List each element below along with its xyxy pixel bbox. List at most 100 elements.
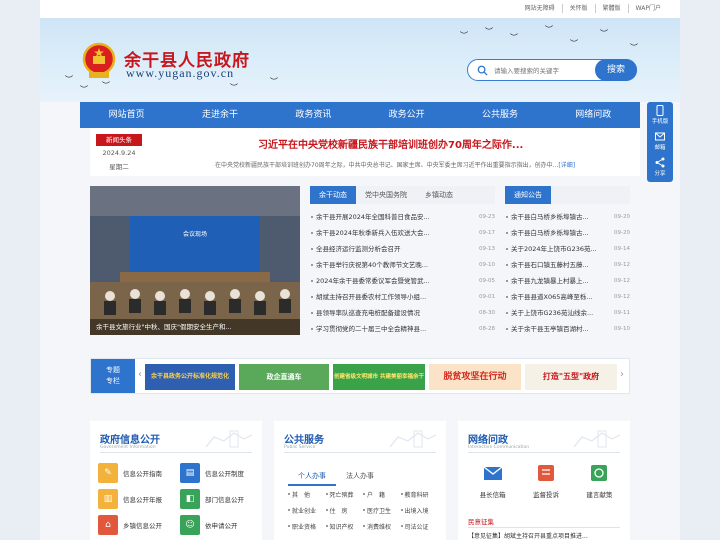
township-info-link[interactable]: ⌂ 乡镇信息公开	[98, 515, 176, 535]
panel-title[interactable]: 公共服务	[284, 431, 324, 446]
panel-title[interactable]: 网络问政	[468, 431, 508, 446]
notice-title: 关于2024年上饶市G236苑...	[511, 245, 597, 253]
notice-item[interactable]: 关于2024年上饶市G236苑... 09-14	[505, 241, 630, 257]
info-guide-link[interactable]: ✎ 信息公开指南	[98, 463, 176, 483]
service-item[interactable]: 职业资格	[288, 522, 326, 531]
tab-central-government[interactable]: 党中央国务院	[356, 186, 416, 204]
share-button[interactable]: 分享	[647, 154, 673, 180]
news-photo[interactable]: 会议现场 余干县文旅行业"中秋、国庆"假期安全生产和...	[90, 186, 300, 335]
notice-date: 09-12	[614, 294, 630, 300]
notice-item[interactable]: 余干县白马桥乡栎埠镇古... 09-20	[505, 209, 630, 225]
news-item[interactable]: 余干县开展2024年全国科普日食品安... 09-23	[310, 209, 495, 225]
nav-home[interactable]: 网站首页	[80, 102, 173, 128]
envelope-icon	[483, 466, 503, 480]
top-bar: 网站无障碍 关怀版 繁體版 WAP门户	[40, 0, 680, 18]
news-item[interactable]: 全县经济运行监测分析会召开 09-13	[310, 241, 495, 257]
news-title: 全县经济运行监测分析会召开	[316, 245, 401, 253]
photo-caption[interactable]: 余干县文旅行业"中秋、国庆"假期安全生产和...	[90, 319, 300, 335]
accessibility-link[interactable]: 网站无障碍	[518, 4, 562, 13]
building-decoration-icon	[389, 430, 437, 448]
complaint-link[interactable]: 监督投诉	[533, 463, 559, 499]
notice-panel: 通知公告 余干县白马桥乡栎埠镇古... 09-20 余干县白马桥乡栎埠镇古... 0…	[505, 186, 630, 335]
mobile-version-button[interactable]: 手机版	[647, 102, 673, 128]
service-item[interactable]: 就业创业	[288, 506, 326, 515]
news-item[interactable]: 县领导率队巡查充电桩配备建设情况 08-30	[310, 305, 495, 321]
info-system-link[interactable]: ▤ 信息公开制度	[180, 463, 258, 483]
chevron-right-icon[interactable]: ›	[620, 369, 624, 380]
notice-item[interactable]: 余干县石口镇五藤村五藤... 09-12	[505, 257, 630, 273]
service-item[interactable]: 司法公证	[400, 522, 439, 531]
service-item[interactable]: 消费维权	[363, 522, 401, 531]
headline-title[interactable]: 习近平在中央党校新疆民族干部培训班创办70周年之际作...	[258, 136, 523, 151]
search-button[interactable]: 搜索	[595, 59, 637, 81]
tab-yugan-news[interactable]: 余干动态	[310, 186, 356, 204]
wap-portal-link[interactable]: WAP门户	[627, 4, 668, 13]
headline-weekday: 星期二	[109, 163, 129, 171]
notice-item[interactable]: 关于上饶市G236苑汕线余... 09-11	[505, 305, 630, 321]
notice-item[interactable]: 余干县县道X065高峰至栎... 09-12	[505, 289, 630, 305]
news-panel: 余干动态 党中央国务院 乡镇动态 余干县开展2024年全国科普日食品安... 09…	[310, 186, 495, 335]
apply-disclosure-link[interactable]: ☺ 依申请公开	[180, 515, 258, 535]
news-item[interactable]: 2024年余干县委常委议军会暨党管武... 09-05	[310, 273, 495, 289]
suggestion-link[interactable]: 建言献策	[586, 463, 612, 499]
news-date: 08-28	[479, 326, 495, 332]
topic-banner-item[interactable]: 脱贫攻坚在行动	[429, 364, 521, 390]
building-decoration-icon	[205, 430, 253, 448]
department-info-link[interactable]: ◧ 部门信息公开	[180, 489, 258, 509]
service-item[interactable]: 教育科研	[400, 490, 439, 499]
service-item[interactable]: 知识产权	[325, 522, 364, 531]
search-input[interactable]	[494, 65, 594, 76]
info-annual-report-link[interactable]: ▥ 信息公开年报	[98, 489, 176, 509]
tab-township-news[interactable]: 乡镇动态	[416, 186, 462, 204]
nav-online-inquiry[interactable]: 网络问政	[547, 102, 640, 128]
headline-tag: 新闻头条	[96, 134, 142, 146]
news-item[interactable]: 学习贯彻党的二十届三中全会精神县... 08-28	[310, 321, 495, 337]
tab-personal-service[interactable]: 个人办事	[288, 471, 336, 486]
service-item[interactable]: 其 他	[288, 490, 326, 499]
chevron-left-icon[interactable]: ‹	[138, 369, 142, 380]
topic-banner-item[interactable]: 政企直通车	[239, 364, 329, 390]
notice-item[interactable]: 余干县白马桥乡栎埠镇古... 09-20	[505, 225, 630, 241]
county-mayor-mailbox-link[interactable]: 县长信箱	[480, 463, 506, 499]
news-item[interactable]: 胡斌主持召开县委农村工作领导小组... 09-01	[310, 289, 495, 305]
opinion-item[interactable]: 【意见征集】胡斌主持召开县重点项目推进...	[468, 531, 588, 540]
nav-public-service[interactable]: 公共服务	[453, 102, 546, 128]
mailbox-button[interactable]: 邮箱	[647, 128, 673, 154]
nav-government-disclosure[interactable]: 政务公开	[360, 102, 453, 128]
news-list: 余干县开展2024年全国科普日食品安... 09-23 余干县2024年秋季新兵入…	[310, 209, 495, 337]
notice-item[interactable]: 余干县九龙镇暴上村暴上... 09-12	[505, 273, 630, 289]
service-item[interactable]: 医疗卫生	[363, 506, 401, 515]
tab-corporate-service[interactable]: 法人办事	[336, 471, 384, 486]
notice-title: 关于上饶市G236苑汕线余...	[511, 309, 594, 317]
info-label: 信息公开年报	[123, 496, 162, 504]
topic-banner-strip: 专题 专栏 ‹ 余干县政务公开标准化规范化 政企直通车 创建省级文明城市 共建美…	[90, 358, 630, 394]
notice-item[interactable]: 关于余干县玉亭镇百湖村... 09-10	[505, 321, 630, 337]
meeting-photo-image: 会议现场	[90, 186, 300, 335]
nav-government-news[interactable]: 政务资讯	[267, 102, 360, 128]
service-item[interactable]: 住 房	[325, 506, 364, 515]
opinion-collection-title[interactable]: 民意征集	[468, 516, 494, 526]
notice-title: 关于余干县玉亭镇百湖村...	[511, 325, 589, 333]
report-icon: ▥	[98, 489, 118, 509]
service-item[interactable]: 死亡殡葬	[325, 490, 364, 499]
notice-date: 09-10	[614, 326, 630, 332]
news-title: 胡斌主持召开县委农村工作领导小组...	[316, 293, 427, 301]
tab-notices[interactable]: 通知公告	[505, 186, 551, 204]
panel-title[interactable]: 政府信息公开	[100, 431, 160, 446]
notice-date: 09-12	[614, 278, 630, 284]
traditional-chinese-link[interactable]: 繁體版	[594, 4, 628, 13]
topic-banner-item[interactable]: 创建省级文明城市 共建美丽幸福余干	[333, 364, 425, 390]
divider	[284, 452, 436, 453]
topic-banner-item[interactable]: 余干县政务公开标准化规范化	[145, 364, 235, 390]
service-item[interactable]: 户 籍	[363, 490, 401, 499]
headline-more-link[interactable]: [详细]	[558, 162, 575, 169]
care-mode-link[interactable]: 关怀版	[561, 4, 595, 13]
news-item[interactable]: 余干县2024年秋季新兵入伍欢送大会... 09-17	[310, 225, 495, 241]
notice-date: 09-20	[614, 230, 630, 236]
side-label: 邮箱	[654, 145, 666, 151]
service-item[interactable]: 出境入境	[400, 506, 439, 515]
mail-icon	[655, 132, 665, 141]
nav-about-yugan[interactable]: 走进余干	[173, 102, 266, 128]
news-item[interactable]: 余干县举行庆祝第40个教师节文艺晚... 09-10	[310, 257, 495, 273]
topic-banner-item[interactable]: 打造"五型"政府	[525, 364, 617, 390]
